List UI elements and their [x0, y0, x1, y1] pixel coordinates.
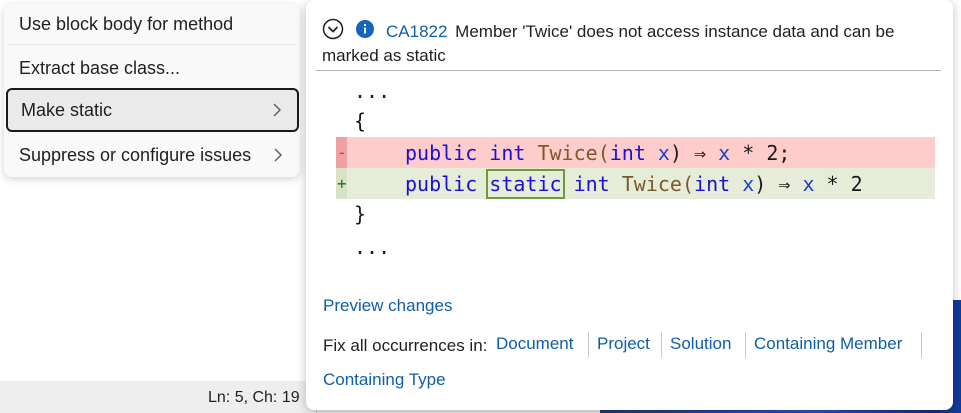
- menu-item-extract-base-class[interactable]: Extract base class...: [4, 48, 300, 88]
- menu-item-label: Extract base class...: [19, 58, 181, 78]
- quick-actions-menu: Use block body for method Extract base c…: [4, 4, 300, 177]
- menu-item-label: Make static: [21, 100, 113, 120]
- menu-item-label: Use block body for method: [19, 14, 234, 34]
- removed-code-line: public int Twice(int x) ⇒ x * 2;: [405, 141, 791, 165]
- fix-scope-containing-member-link[interactable]: Containing Member: [754, 334, 902, 354]
- chevron-right-icon: [274, 148, 282, 162]
- scope-separator: [588, 332, 589, 358]
- preview-changes-link[interactable]: Preview changes: [323, 296, 452, 316]
- code-open-brace: {: [354, 109, 367, 133]
- scope-separator: [921, 332, 922, 358]
- code-preview: ... { - public int Twice(int x) ⇒ x * 2;…: [318, 72, 941, 264]
- added-code-line: public static int Twice(int x) ⇒ x * 2: [405, 169, 863, 199]
- preview-panel: CA1822 Member 'Twice' does not access in…: [306, 0, 953, 410]
- fix-scope-solution-link[interactable]: Solution: [670, 334, 731, 354]
- added-marker: +: [337, 174, 347, 193]
- code-ellipsis-bottom: ...: [354, 235, 391, 259]
- scope-separator: [661, 332, 662, 358]
- fix-scope-containing-type-link[interactable]: Containing Type: [323, 370, 446, 390]
- menu-item-make-static[interactable]: Make static: [6, 88, 299, 132]
- menu-item-suppress-configure[interactable]: Suppress or configure issues: [4, 135, 300, 175]
- diagnostic-code-link[interactable]: CA1822: [386, 22, 447, 41]
- fix-scope-document-link[interactable]: Document: [496, 334, 573, 354]
- scope-separator: [745, 332, 746, 358]
- header-divider: [316, 70, 941, 71]
- code-close-brace: }: [354, 202, 367, 226]
- menu-separator: [8, 44, 296, 45]
- cursor-position: Ln: 5, Ch: 19: [208, 389, 300, 406]
- code-ellipsis-top: ...: [354, 79, 391, 103]
- fix-all-label: Fix all occurrences in:: [323, 336, 488, 355]
- removed-marker: -: [337, 143, 347, 162]
- fix-scope-project-link[interactable]: Project: [597, 334, 650, 354]
- inserted-static-keyword: static: [486, 169, 565, 199]
- menu-item-use-block-body[interactable]: Use block body for method: [4, 4, 300, 44]
- menu-item-label: Suppress or configure issues: [19, 145, 252, 165]
- chevron-right-icon: [273, 103, 281, 117]
- diagnostic-message: CA1822 Member 'Twice' does not access in…: [322, 20, 937, 68]
